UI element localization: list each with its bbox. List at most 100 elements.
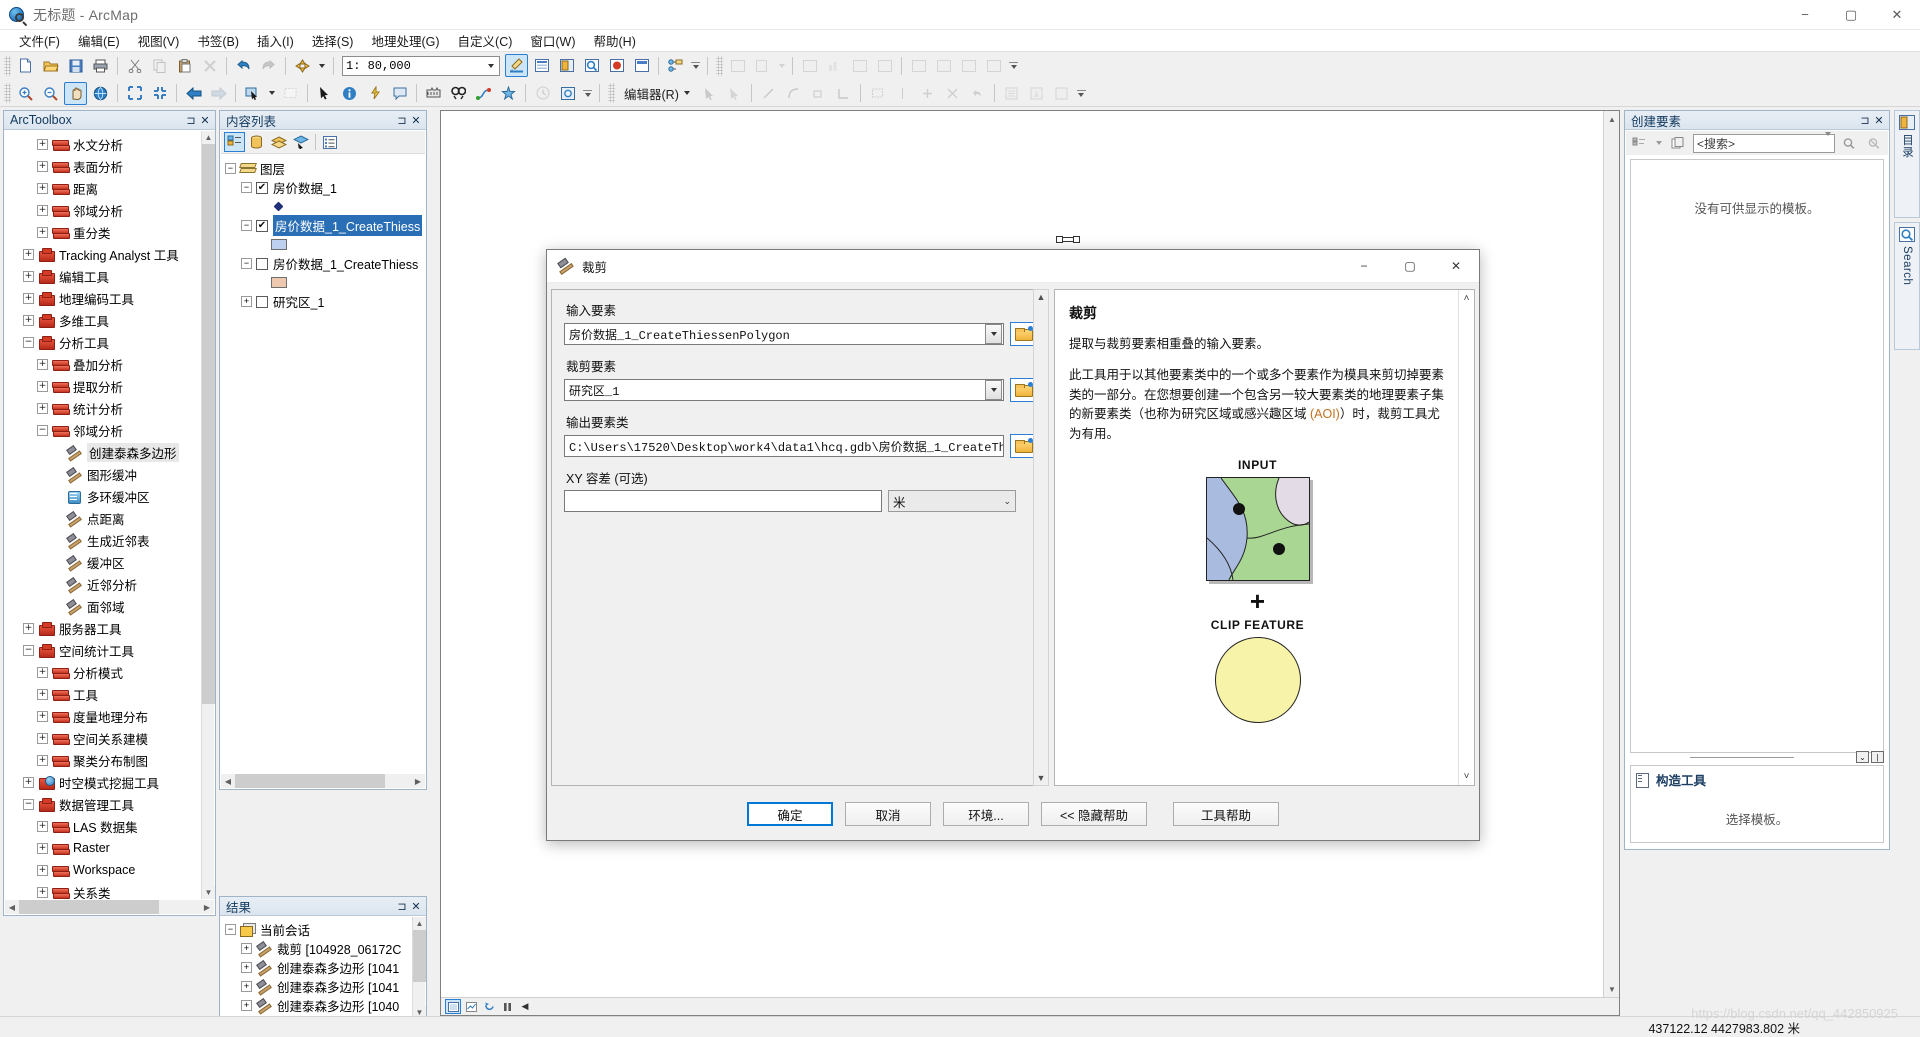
pin-icon[interactable]: ⊐	[184, 113, 198, 128]
sketch-properties-icon[interactable]	[1025, 82, 1048, 105]
expand-icon[interactable]: +	[241, 943, 252, 954]
close-icon[interactable]: ✕	[409, 899, 423, 914]
toolbox-node[interactable]: + 分析模式	[5, 661, 201, 683]
expand-icon[interactable]: +	[37, 182, 48, 194]
create-templates-icon[interactable]	[1668, 133, 1689, 153]
expand-icon[interactable]: +	[37, 754, 48, 766]
delete-vertex-icon[interactable]	[941, 82, 964, 105]
toolbox-node[interactable]: 创建泰森多边形	[5, 441, 201, 463]
expand-icon[interactable]: +	[37, 710, 48, 722]
pan-icon[interactable]	[64, 81, 87, 105]
maximize-button[interactable]: ▢	[1828, 0, 1874, 30]
find-icon[interactable]	[447, 82, 470, 105]
clear-selection-icon[interactable]	[279, 82, 302, 105]
clip-features-combo[interactable]: 研究区_1	[564, 379, 1004, 401]
expand-icon[interactable]: +	[37, 380, 48, 392]
html-popup-icon[interactable]	[388, 82, 411, 105]
select-features-dropdown-icon[interactable]	[266, 82, 277, 105]
pause-drawing-icon[interactable]	[499, 999, 515, 1014]
time-slider-icon[interactable]	[531, 82, 554, 105]
scroll-up-icon[interactable]: ▲	[202, 131, 215, 144]
search-input[interactable]: <搜索>	[1693, 132, 1835, 153]
tab-options[interactable]	[319, 132, 340, 152]
expand-icon[interactable]: +	[241, 981, 252, 992]
toc-root-layers[interactable]: − 图层	[221, 159, 425, 178]
collapse-icon[interactable]: −	[241, 220, 252, 231]
toolbox-node[interactable]: + 编辑工具	[5, 265, 201, 287]
edit-annotation-tool-icon[interactable]	[723, 82, 746, 105]
scroll-down-icon[interactable]: ▼	[202, 886, 215, 899]
catalog-window-icon[interactable]	[555, 54, 578, 77]
prev-extent-icon[interactable]: ◀	[517, 999, 533, 1014]
collapse-icon[interactable]: −	[23, 798, 34, 810]
cross-validation-icon[interactable]	[982, 54, 1005, 77]
select-features-icon[interactable]	[241, 82, 264, 105]
print-icon[interactable]	[89, 54, 112, 77]
toolbox-node[interactable]: + 表面分析	[5, 155, 201, 177]
scroll-left-icon[interactable]: ◀	[5, 900, 19, 914]
results-item[interactable]: + 裁剪 [104928_06172C	[221, 939, 412, 958]
trace-icon[interactable]	[807, 82, 830, 105]
toolbox-node[interactable]: − 数据管理工具	[5, 793, 201, 815]
right-angle-icon[interactable]	[832, 82, 855, 105]
toolbox-node[interactable]: + LAS 数据集	[5, 815, 201, 837]
collapse-icon[interactable]: −	[225, 924, 236, 935]
toolbox-node[interactable]: + 聚类分布制图	[5, 749, 201, 771]
trend-analysis-icon[interactable]	[932, 54, 955, 77]
collapse-icon[interactable]: −	[241, 258, 252, 269]
collapse-icon[interactable]: −	[241, 182, 252, 193]
panel-splitter[interactable]: ⌄ |	[1630, 751, 1884, 763]
fixed-zoom-in-icon[interactable]	[123, 82, 146, 105]
toolbox-node[interactable]: + Raster	[5, 837, 201, 859]
expand-icon[interactable]: +	[23, 248, 34, 260]
select-elements-icon[interactable]	[313, 82, 336, 105]
toolbox-node[interactable]: + 水文分析	[5, 133, 201, 155]
toolbox-node[interactable]: + 工具	[5, 683, 201, 705]
help-aoi-link[interactable]: (AOI)	[1310, 407, 1340, 421]
scroll-up-icon[interactable]: ▲	[1037, 292, 1046, 302]
geostat-dropdown-icon[interactable]	[776, 54, 787, 77]
tab-list-by-source[interactable]	[246, 132, 267, 152]
expand-icon[interactable]: +	[37, 358, 48, 370]
full-extent-icon[interactable]	[89, 82, 112, 105]
expand-icon[interactable]: +	[37, 886, 48, 898]
close-icon[interactable]: ✕	[198, 113, 212, 128]
layer-visibility-checkbox[interactable]	[256, 295, 268, 308]
open-folder-icon[interactable]	[39, 54, 62, 77]
back-extent-icon[interactable]	[182, 82, 205, 105]
create-features-icon[interactable]	[751, 54, 774, 77]
scroll-right-icon[interactable]: ▶	[411, 774, 425, 788]
expand-icon[interactable]: +	[37, 732, 48, 744]
add-data-dropdown-icon[interactable]	[316, 54, 328, 77]
histogram-icon[interactable]	[823, 54, 846, 77]
geostat-wizard-icon[interactable]	[726, 54, 749, 77]
undo-icon[interactable]	[232, 54, 255, 77]
toolbox-node[interactable]: 多环缓冲区	[5, 485, 201, 507]
measure-icon[interactable]	[422, 82, 445, 105]
hide-help-button[interactable]: << 隐藏帮助	[1041, 802, 1147, 826]
go-to-xy-icon[interactable]	[497, 82, 520, 105]
layer-visibility-checkbox[interactable]	[256, 257, 268, 270]
organize-templates-icon[interactable]	[1629, 133, 1650, 153]
redo-icon[interactable]	[257, 54, 280, 77]
undo-edit-icon[interactable]	[966, 82, 989, 105]
layer-visibility-checkbox[interactable]: ✔	[256, 219, 268, 232]
toolbox-node[interactable]: + 邻域分析	[5, 199, 201, 221]
polygon-symbol-swatch[interactable]	[271, 239, 287, 250]
results-item[interactable]: + 创建泰森多边形 [1041	[221, 958, 412, 977]
find-route-icon[interactable]	[472, 82, 495, 105]
add-data-icon[interactable]	[291, 54, 314, 77]
arcgis-online-icon[interactable]	[605, 54, 628, 77]
tab-list-by-selection[interactable]	[290, 132, 311, 152]
search-icon[interactable]	[1838, 133, 1859, 153]
arctoolbox-tree[interactable]: + 水文分析 + 表面分析 + 距离 + 邻域分析 + 重分类 + Tracking Analyst …	[5, 131, 201, 899]
toolbox-node[interactable]: 近邻分析	[5, 573, 201, 595]
scroll-down-icon[interactable]: ▼	[1037, 773, 1046, 783]
toc-layer-symbol[interactable]	[221, 235, 425, 254]
map-scroll-up-icon[interactable]: ▲	[1604, 111, 1620, 127]
toolbox-node[interactable]: 缓冲区	[5, 551, 201, 573]
cut-icon[interactable]	[123, 54, 146, 77]
rotate-icon[interactable]	[916, 82, 939, 105]
close-icon[interactable]: ✕	[1872, 113, 1886, 128]
toc-hscrollbar[interactable]: ◀ ▶	[221, 774, 425, 788]
